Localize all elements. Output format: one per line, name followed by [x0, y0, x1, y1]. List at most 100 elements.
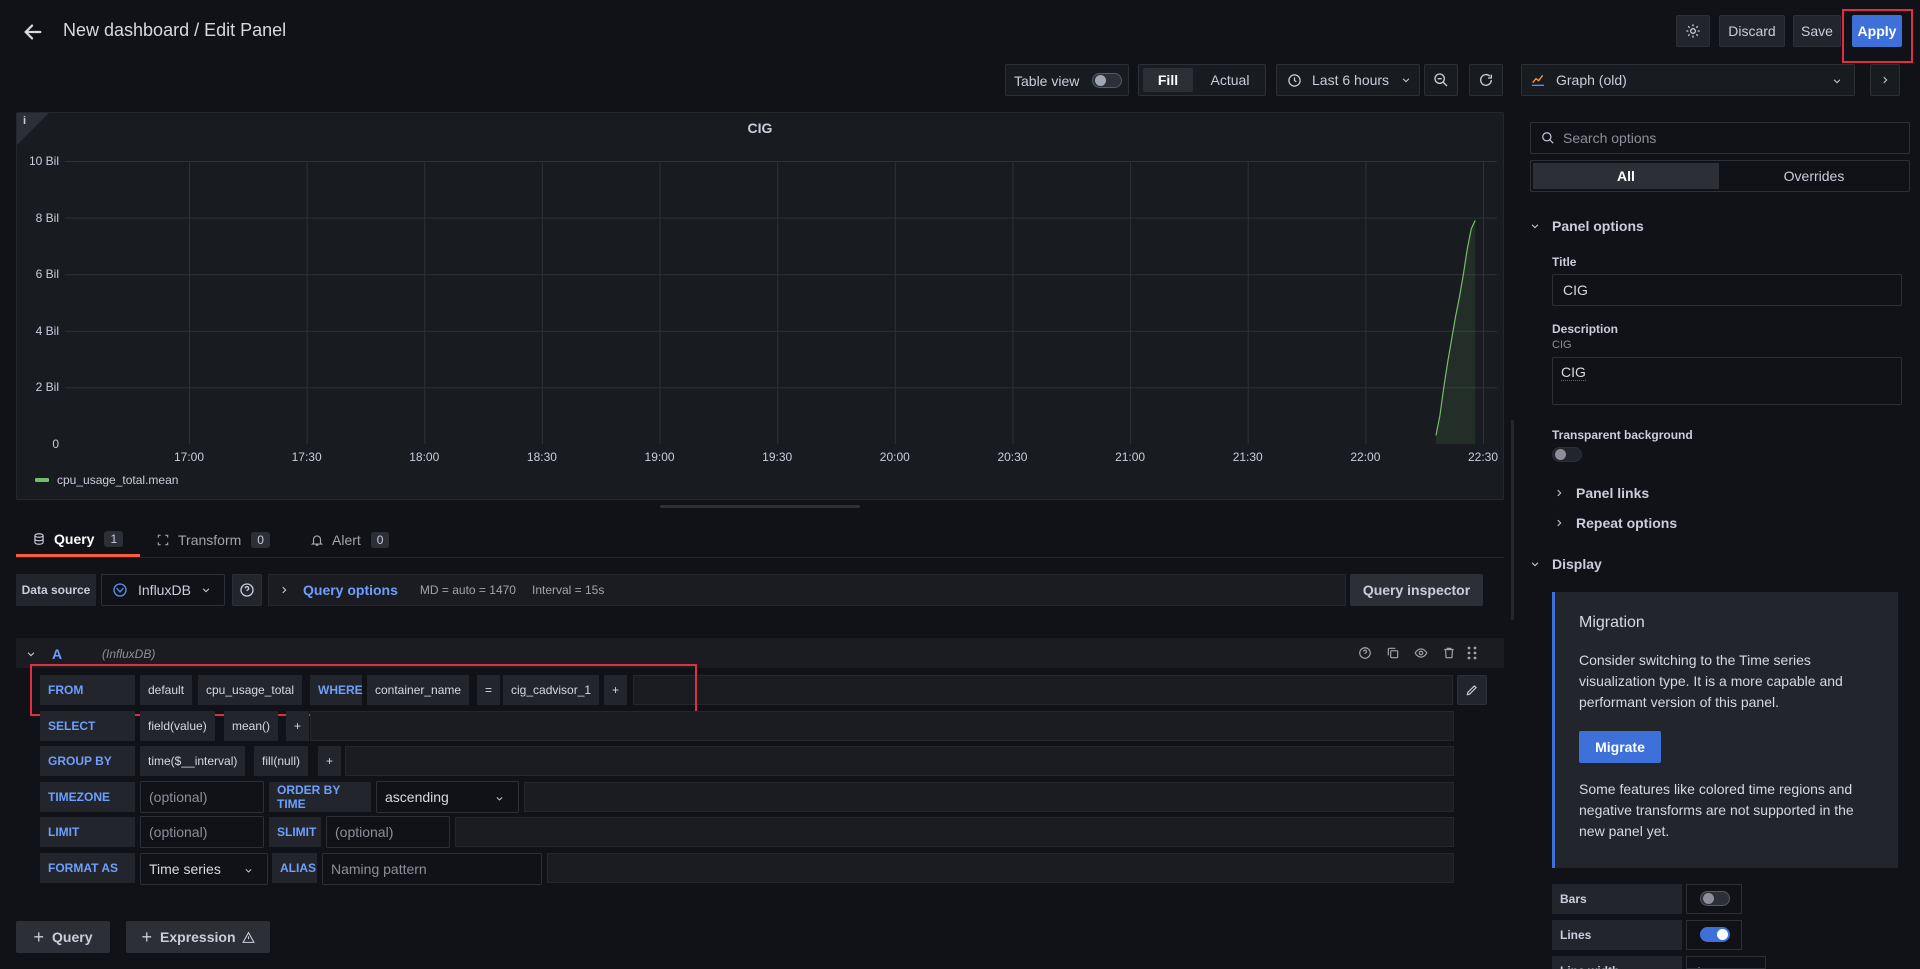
- x-tick-label: 17:00: [173, 450, 205, 464]
- add-query-label: Query: [52, 929, 93, 945]
- groupby-fill[interactable]: fill(null): [254, 746, 309, 776]
- legend-series-label: cpu_usage_total.mean: [57, 473, 179, 487]
- format-row-filler: [547, 853, 1454, 883]
- chevron-down-icon: [1402, 78, 1410, 83]
- interval-info: Interval = 15s: [531, 583, 605, 597]
- refresh-button[interactable]: [1469, 64, 1503, 96]
- vertical-splitter[interactable]: [1511, 420, 1514, 620]
- drag-handle-icon[interactable]: [1466, 646, 1478, 660]
- add-expression-label: Expression: [160, 929, 236, 945]
- panel-links-label: Panel links: [1576, 485, 1650, 501]
- tab-transform[interactable]: Transform 0: [156, 523, 286, 557]
- table-view-toggle[interactable]: [1092, 73, 1122, 88]
- x-tick-label: 19:30: [762, 450, 793, 464]
- orderby-select[interactable]: ascending: [376, 781, 519, 813]
- title-value: CIG: [1563, 282, 1588, 298]
- bars-label: Bars: [1552, 884, 1682, 914]
- section-panel-options[interactable]: Panel options: [1530, 218, 1644, 234]
- visualization-picker[interactable]: Graph (old): [1521, 64, 1855, 96]
- transparent-label: Transparent background: [1552, 428, 1693, 442]
- migration-text: Consider switching to the Time series vi…: [1579, 652, 1843, 710]
- query-inspector-button[interactable]: Query inspector: [1350, 574, 1483, 606]
- title-input[interactable]: CIG: [1552, 274, 1902, 306]
- timezone-label: TIMEZONE: [40, 782, 135, 812]
- select-aggregate[interactable]: mean(): [224, 711, 279, 741]
- chevron-down-icon: [496, 797, 503, 801]
- help-icon[interactable]: [1358, 646, 1372, 660]
- limit-label: LIMIT: [40, 817, 135, 847]
- datasource-picker[interactable]: InfluxDB: [101, 574, 225, 606]
- table-view-toggle-group[interactable]: Table view: [1005, 64, 1129, 96]
- title-label: Title: [1552, 255, 1577, 269]
- tab-overrides[interactable]: Overrides: [1721, 163, 1907, 189]
- format-select[interactable]: Time series: [140, 853, 268, 885]
- timezone-input[interactable]: (optional): [140, 781, 264, 813]
- y-tick-label: 8 Bil: [35, 210, 59, 225]
- bars-toggle[interactable]: [1700, 891, 1730, 906]
- format-value: Time series: [149, 861, 221, 877]
- panel-settings-button[interactable]: [1676, 15, 1710, 47]
- tab-query-count: 1: [104, 530, 124, 547]
- chevron-right-icon: [1557, 519, 1562, 527]
- legend[interactable]: cpu_usage_total.mean: [35, 473, 178, 487]
- query-options-bar[interactable]: Query options MD = auto = 1470 Interval …: [268, 574, 1346, 606]
- tab-alert[interactable]: Alert 0: [310, 523, 410, 557]
- panel-title: CIG: [747, 120, 773, 136]
- search-input: Search options: [1563, 130, 1657, 146]
- query-ref-id[interactable]: A: [52, 646, 62, 662]
- add-query-button[interactable]: + Query: [16, 921, 110, 953]
- clock-icon: [1288, 73, 1301, 87]
- help-icon: [240, 583, 254, 597]
- migrate-button[interactable]: Migrate: [1579, 731, 1661, 763]
- alias-input[interactable]: Naming pattern: [322, 853, 542, 885]
- add-groupby-button[interactable]: +: [318, 746, 342, 776]
- chevron-right-icon: [1557, 489, 1562, 497]
- graph-panel: i CIG 10 Bil 8 Bil 6 Bil 4 Bil 2 Bil 0 17:00 1…: [16, 112, 1504, 500]
- back-arrow-icon[interactable]: [20, 19, 46, 45]
- tab-query[interactable]: Query 1: [16, 523, 140, 557]
- select-field[interactable]: field(value): [140, 711, 215, 741]
- description-textarea[interactable]: CIG: [1552, 357, 1902, 405]
- section-repeat-options[interactable]: Repeat options: [1554, 515, 1677, 531]
- datasource-help-button[interactable]: [232, 574, 262, 606]
- edit-query-raw-button[interactable]: [1457, 675, 1487, 705]
- groupby-time[interactable]: time($__interval): [140, 746, 246, 776]
- lines-toggle[interactable]: [1700, 927, 1730, 942]
- visualization-label: Graph (old): [1556, 72, 1627, 88]
- linewidth-input[interactable]: 1: [1686, 956, 1766, 969]
- search-options-box[interactable]: Search options: [1530, 122, 1910, 154]
- discard-button[interactable]: Discard: [1719, 15, 1785, 47]
- orderby-value: ascending: [385, 789, 449, 805]
- fill-option[interactable]: Fill: [1143, 68, 1193, 92]
- save-button[interactable]: Save: [1793, 15, 1841, 47]
- groupby-label: GROUP BY: [40, 746, 135, 776]
- display-label: Display: [1552, 556, 1602, 572]
- tab-alert-count: 0: [370, 532, 390, 548]
- time-range-label: Last 6 hours: [1312, 72, 1390, 88]
- time-range-picker[interactable]: Last 6 hours: [1276, 64, 1420, 96]
- duplicate-icon[interactable]: [1386, 646, 1400, 660]
- zoom-out-button[interactable]: [1424, 64, 1458, 96]
- panel-resize-handle[interactable]: [660, 505, 860, 508]
- alias-label: ALIAS: [272, 853, 317, 883]
- search-icon: [1542, 132, 1554, 144]
- collapse-options-button[interactable]: [1870, 64, 1900, 96]
- section-display[interactable]: Display: [1530, 556, 1602, 572]
- add-select-button[interactable]: +: [286, 711, 310, 741]
- y-tick-label: 2 Bil: [35, 380, 59, 395]
- add-expression-button[interactable]: + Expression: [126, 921, 270, 953]
- eye-icon[interactable]: [1414, 646, 1428, 660]
- refresh-icon: [1480, 73, 1492, 86]
- graph-icon: [1532, 74, 1544, 86]
- section-panel-links[interactable]: Panel links: [1554, 485, 1649, 501]
- limit-input[interactable]: (optional): [140, 816, 264, 848]
- actual-option[interactable]: Actual: [1201, 68, 1259, 92]
- description-label: Description: [1552, 322, 1619, 336]
- apply-button[interactable]: Apply: [1852, 15, 1902, 47]
- trash-icon[interactable]: [1442, 646, 1456, 660]
- tab-all[interactable]: All: [1533, 163, 1719, 189]
- transparent-toggle[interactable]: [1552, 447, 1582, 462]
- fill-actual-group: Fill Actual: [1138, 64, 1266, 96]
- transform-icon: [157, 534, 169, 546]
- slimit-input[interactable]: (optional): [326, 816, 450, 848]
